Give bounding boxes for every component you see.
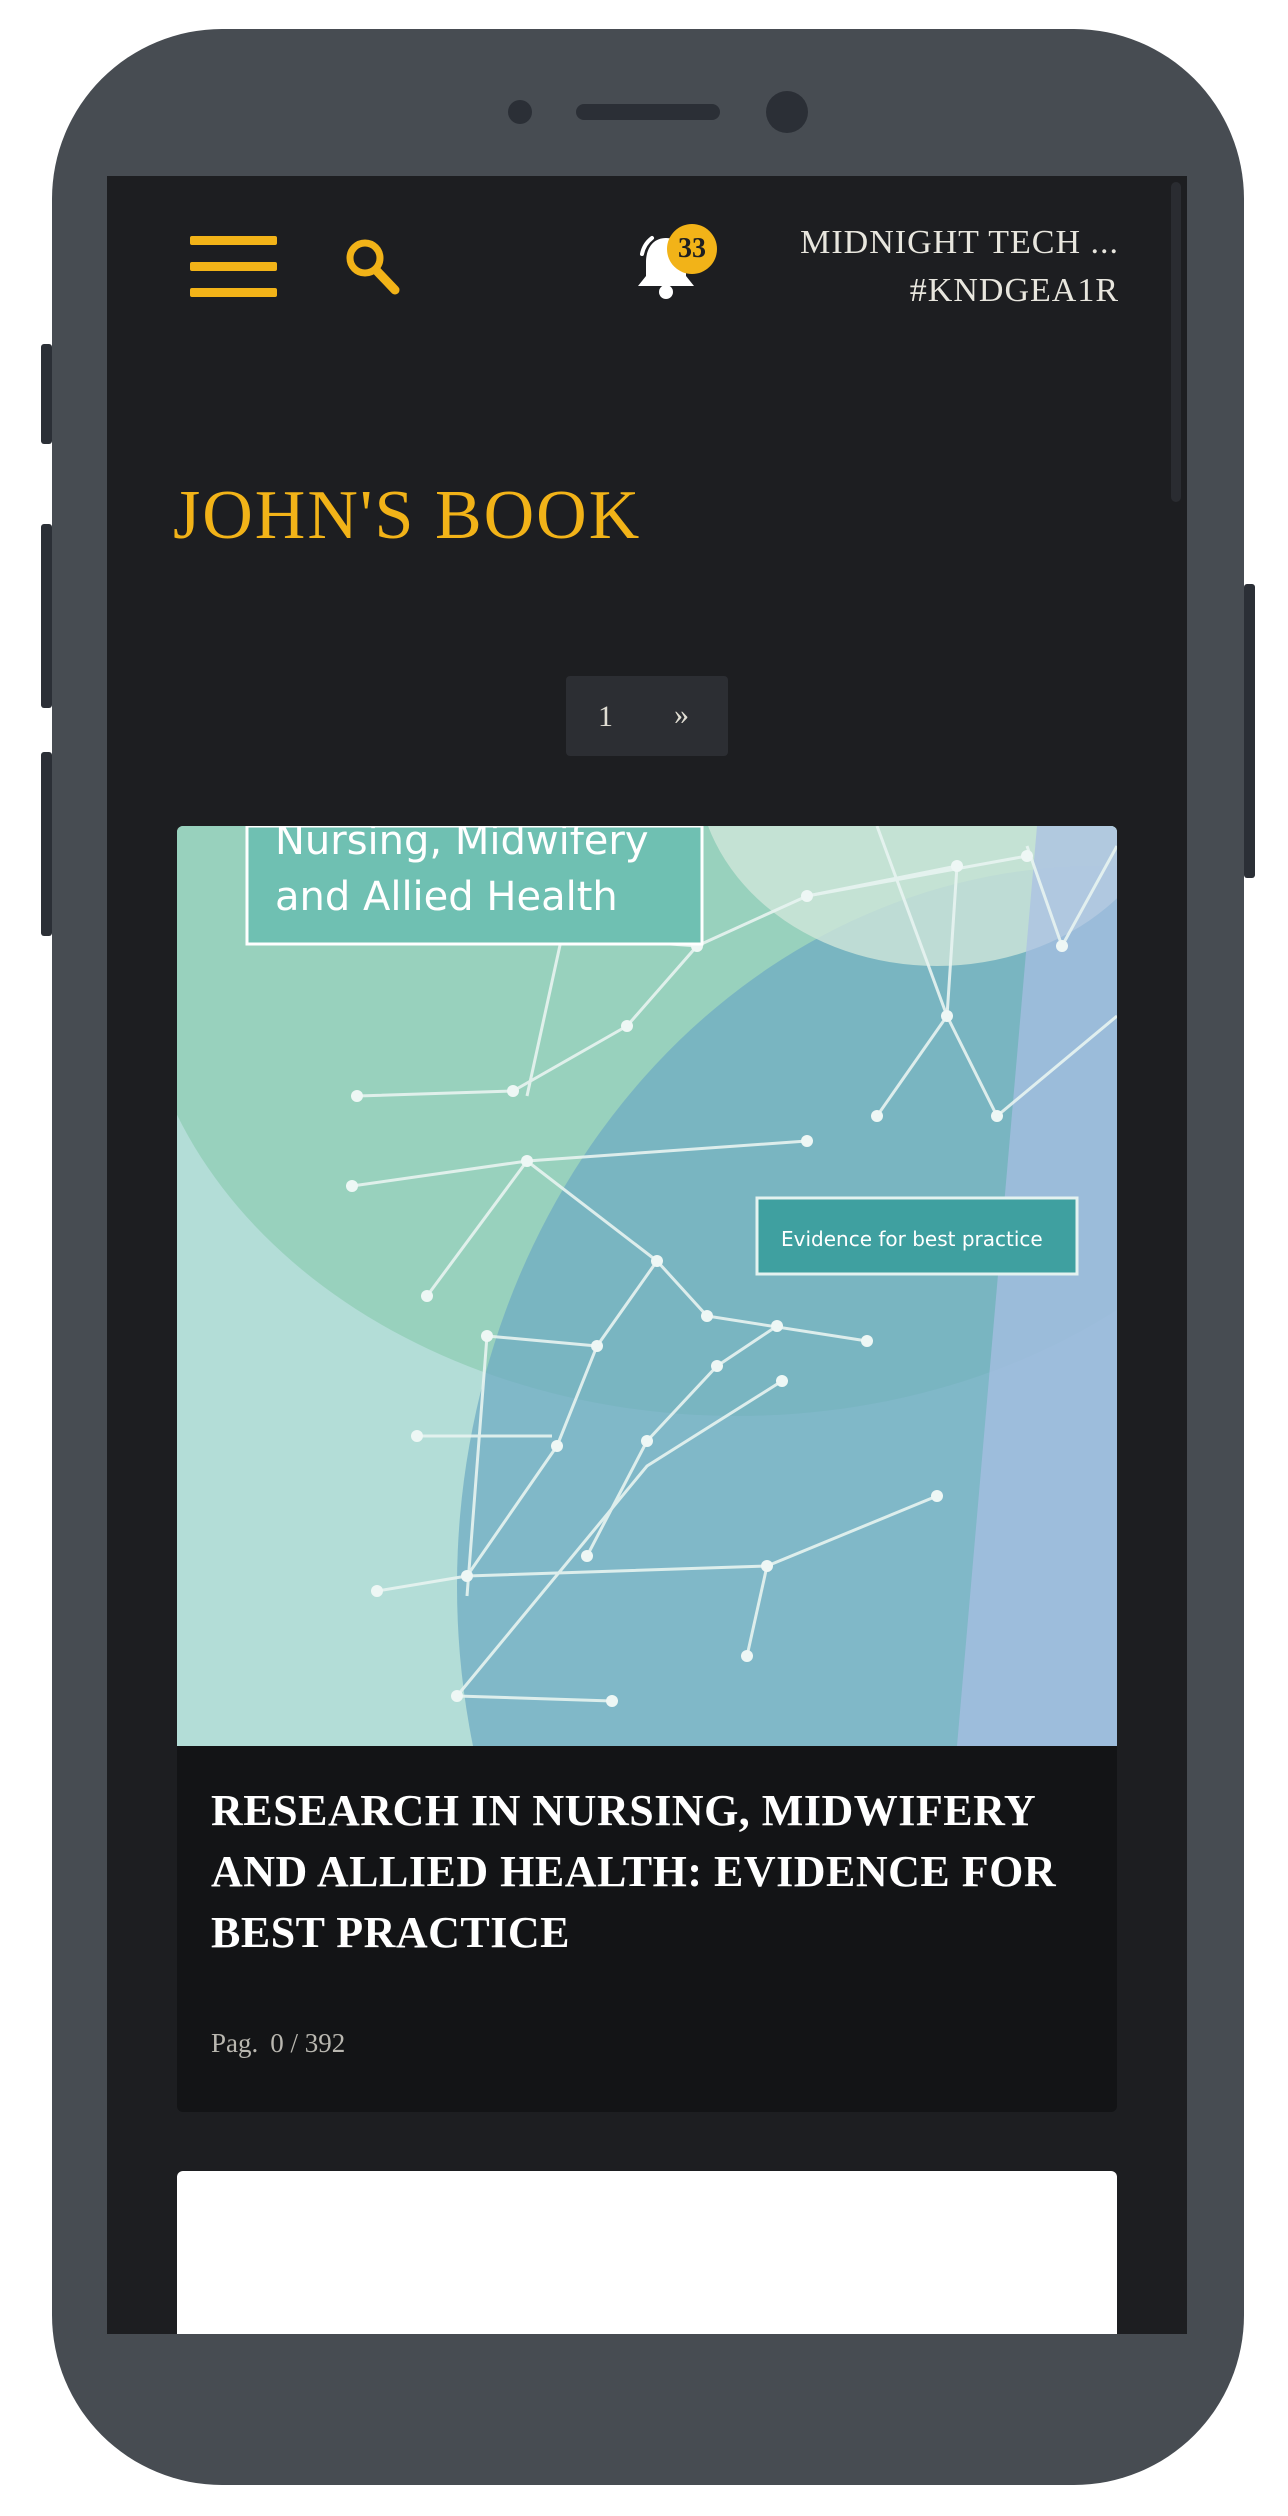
book-card[interactable]: Nursing, Midwifery and Allied Health Evi… bbox=[177, 826, 1117, 2112]
cover-heading-line1: Nursing, Midwifery bbox=[275, 826, 649, 864]
phone-speaker bbox=[576, 104, 720, 120]
phone-volume-down-button bbox=[41, 752, 52, 936]
pagination-next-button[interactable]: » bbox=[674, 698, 689, 732]
notification-count-badge[interactable]: 33 bbox=[667, 224, 717, 274]
user-name[interactable]: MIDNIGHT TECH ... bbox=[800, 224, 1119, 262]
pagination-page-1[interactable]: 1 bbox=[598, 700, 613, 734]
phone-volume-up-button bbox=[41, 524, 52, 708]
phone-power-button bbox=[1244, 584, 1255, 878]
book-page-progress: Pag. 0 / 392 bbox=[211, 2028, 345, 2059]
hamburger-menu-icon[interactable] bbox=[190, 236, 277, 300]
phone-camera bbox=[766, 91, 808, 133]
phone-sensor bbox=[508, 100, 532, 124]
pages-label: Pag. bbox=[211, 2028, 259, 2058]
app-screen: 33 MIDNIGHT TECH ... #KNDGEA1R JOHN'S BO… bbox=[107, 176, 1187, 2334]
cover-heading-line2: and Allied Health bbox=[275, 874, 618, 920]
cover-tag: Evidence for best practice bbox=[781, 1227, 1043, 1251]
book-card-next[interactable] bbox=[177, 2171, 1117, 2334]
book-title[interactable]: RESEARCH IN NURSING, MIDWIFERY AND ALLIE… bbox=[211, 1780, 1091, 1963]
phone-side-button bbox=[41, 344, 52, 444]
user-code: #KNDGEA1R bbox=[909, 272, 1119, 309]
scrollbar[interactable] bbox=[1171, 182, 1181, 502]
book-cover-image[interactable]: Nursing, Midwifery and Allied Health Evi… bbox=[177, 826, 1117, 1746]
search-icon[interactable] bbox=[343, 234, 403, 298]
pagination: 1 » bbox=[566, 676, 728, 756]
page-title: JOHN'S BOOK bbox=[173, 477, 642, 554]
pages-value: 0 / 392 bbox=[270, 2028, 346, 2058]
